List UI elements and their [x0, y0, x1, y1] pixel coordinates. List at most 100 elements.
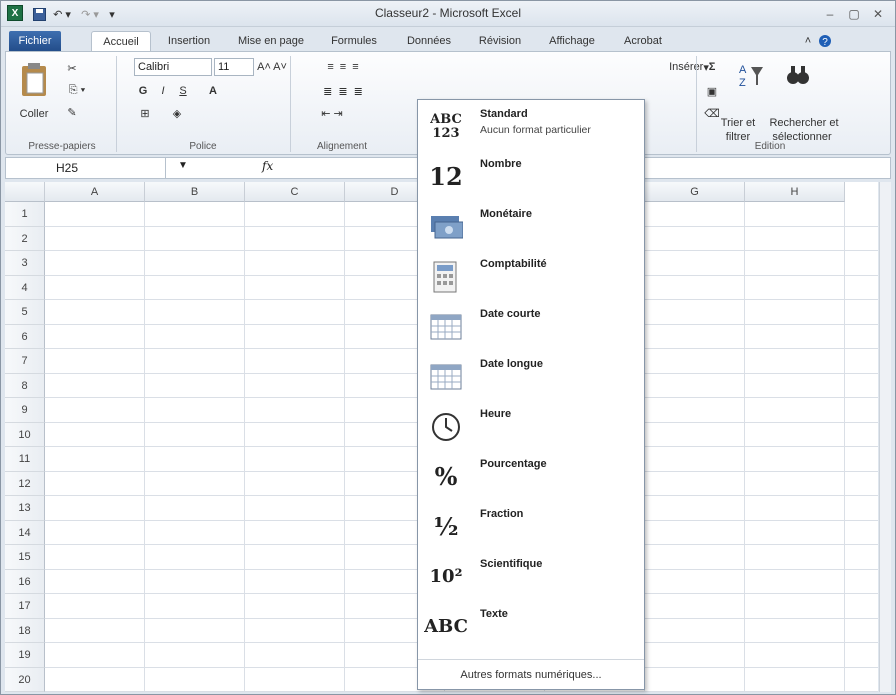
borders-icon[interactable]: ⊞	[134, 104, 156, 122]
autosum-icon[interactable]: Σ	[700, 58, 724, 76]
ribbon-tabs: Fichier Accueil Insertion Mise en page F…	[1, 27, 895, 51]
row-header[interactable]: 17	[5, 594, 45, 619]
row-header[interactable]: 1	[5, 202, 45, 227]
calendar-icon	[424, 356, 468, 398]
row-header[interactable]: 6	[5, 324, 45, 349]
column-header-h[interactable]: H	[745, 182, 845, 202]
tab-data[interactable]: Données	[397, 31, 461, 51]
row-header[interactable]: 9	[5, 398, 45, 423]
format-option-label: Date longue	[480, 358, 543, 370]
row-header[interactable]: 12	[5, 471, 45, 496]
vertical-scrollbar[interactable]	[879, 182, 891, 692]
name-box[interactable]: H25	[6, 158, 166, 178]
svg-text:Z: Z	[739, 77, 746, 89]
format-option-scientifique[interactable]: 10² Scientifique	[418, 552, 644, 602]
tab-home[interactable]: Accueil	[91, 31, 151, 51]
row-header[interactable]: 14	[5, 520, 45, 545]
tab-insert[interactable]: Insertion	[157, 31, 221, 51]
sort-filter-icon[interactable]: AZ	[730, 58, 770, 92]
font-size-select[interactable]: 11	[214, 58, 254, 76]
format-option-fraction[interactable]: ½ Fraction	[418, 502, 644, 552]
fill-color-icon[interactable]: ◈	[166, 104, 188, 122]
format-option-pourcentage[interactable]: % Pourcentage	[418, 452, 644, 502]
format-painter-icon[interactable]: ✎	[62, 104, 82, 120]
font-name-select[interactable]: Calibri	[134, 58, 212, 76]
row-header[interactable]: 11	[5, 447, 45, 472]
cut-icon[interactable]: ✂	[62, 60, 82, 76]
close-button[interactable]: ✕	[867, 5, 889, 23]
row-header[interactable]: 5	[5, 300, 45, 325]
column-header-a[interactable]: A	[45, 182, 145, 202]
find-select-icon[interactable]	[778, 58, 818, 92]
tab-page-layout[interactable]: Mise en page	[229, 31, 313, 51]
name-box-dropdown-icon[interactable]: ▼	[178, 160, 188, 171]
row-header[interactable]: 16	[5, 569, 45, 594]
paste-button[interactable]: Coller	[12, 106, 56, 122]
format-option-date-courte[interactable]: Date courte	[418, 302, 644, 352]
format-option-description: Aucun format particulier	[480, 124, 591, 136]
format-glyph-icon: 12	[429, 162, 463, 191]
format-option-nombre[interactable]: 12 Nombre	[418, 152, 644, 202]
select-all-corner[interactable]	[5, 182, 45, 202]
find-select-label[interactable]: Rechercher et	[768, 116, 840, 130]
format-glyph-icon: %	[434, 462, 458, 491]
row-header[interactable]: 15	[5, 545, 45, 570]
ribbon-minimize-icon[interactable]: ˄	[801, 31, 815, 51]
minimize-button[interactable]: –	[819, 5, 841, 23]
row-header[interactable]: 8	[5, 373, 45, 398]
row-header[interactable]: 2	[5, 226, 45, 251]
format-option-label: Pourcentage	[480, 458, 547, 470]
format-option-label: Standard	[480, 108, 528, 120]
format-option-heure[interactable]: Heure	[418, 402, 644, 452]
paste-icon[interactable]	[14, 60, 54, 100]
format-option-comptabilit-[interactable]: Comptabilité	[418, 252, 644, 302]
indent-icons[interactable]: ⇤ ⇥	[302, 104, 362, 122]
separator	[290, 56, 291, 152]
horizontal-align-icons[interactable]: ≣≣≣	[302, 82, 390, 100]
format-glyph-icon: 10²	[429, 566, 463, 587]
svg-text:A: A	[739, 64, 747, 76]
copy-icon[interactable]: ⎘ ▾	[62, 82, 92, 98]
format-option-label: Comptabilité	[480, 258, 547, 270]
format-option-texte[interactable]: ABC Texte	[418, 602, 644, 652]
column-header-c[interactable]: C	[245, 182, 345, 202]
tab-formulas[interactable]: Formules	[319, 31, 389, 51]
editing-group-label: Edition	[754, 141, 786, 152]
row-header[interactable]: 4	[5, 275, 45, 300]
more-number-formats-button[interactable]: Autres formats numériques...	[418, 659, 644, 689]
help-icon[interactable]: ?	[817, 31, 833, 51]
row-header[interactable]: 18	[5, 618, 45, 643]
fill-icon[interactable]: ▣	[700, 82, 724, 100]
maximize-button[interactable]: ▢	[843, 5, 865, 23]
grow-font-button[interactable]: A˄	[256, 58, 272, 76]
ledger-icon	[424, 256, 468, 298]
tab-review[interactable]: Révision	[469, 31, 531, 51]
tab-view[interactable]: Affichage	[535, 31, 609, 51]
row-header[interactable]: 7	[5, 349, 45, 374]
row-header[interactable]: 3	[5, 251, 45, 276]
row-header[interactable]: 20	[5, 667, 45, 692]
row-header[interactable]: 10	[5, 422, 45, 447]
column-header-g[interactable]: G	[645, 182, 745, 202]
tab-acrobat[interactable]: Acrobat	[613, 31, 673, 51]
font-color-button[interactable]: A	[202, 82, 224, 100]
shrink-font-button[interactable]: A˅	[272, 58, 288, 76]
italic-button[interactable]: I	[154, 82, 172, 100]
sort-filter-label[interactable]: Trier et	[712, 116, 764, 130]
format-option-standard[interactable]: ABC 123 Standard Aucun format particulier	[418, 102, 644, 152]
number-format-dropdown: ABC 123 Standard Aucun format particulier 1…	[417, 99, 645, 690]
underline-button[interactable]: S	[174, 82, 192, 100]
format-option-mon-taire[interactable]: Monétaire	[418, 202, 644, 252]
column-header-b[interactable]: B	[145, 182, 245, 202]
insert-function-button[interactable]: fx	[262, 159, 273, 173]
row-header[interactable]: 13	[5, 496, 45, 521]
gridline	[244, 202, 245, 692]
clock-icon	[424, 406, 468, 448]
tab-file[interactable]: Fichier	[9, 31, 61, 51]
row-header[interactable]: 19	[5, 643, 45, 668]
gridline	[144, 202, 145, 692]
format-option-date-longue[interactable]: Date longue	[418, 352, 644, 402]
bold-button[interactable]: G	[134, 82, 152, 100]
vertical-align-icons[interactable]: ≡≡≡	[302, 58, 390, 76]
format-option-label: Monétaire	[480, 208, 532, 220]
